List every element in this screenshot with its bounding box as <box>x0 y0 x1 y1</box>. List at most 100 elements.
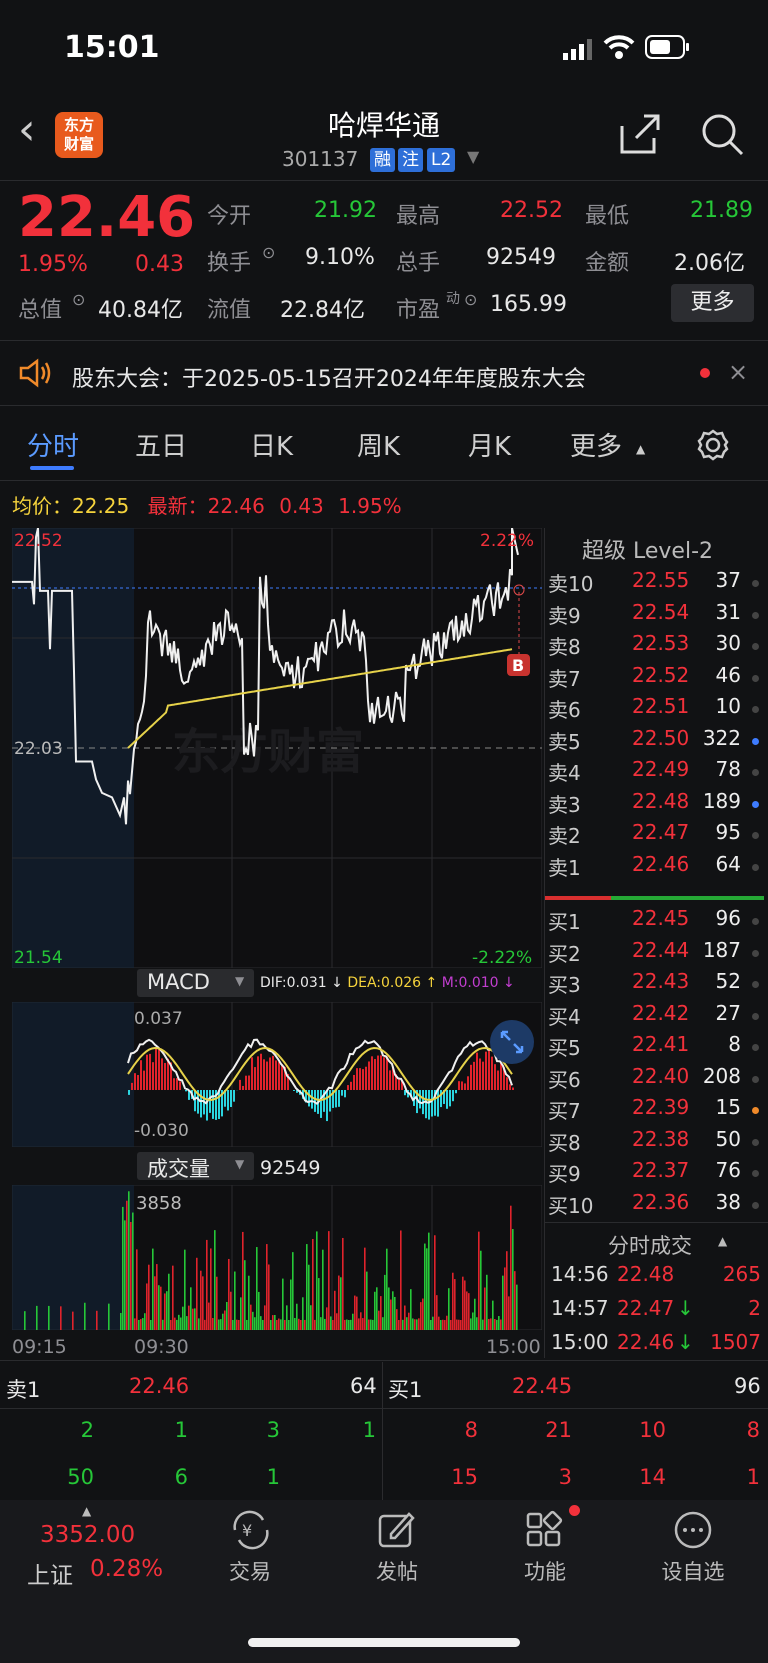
trade-icon[interactable]: ¥ <box>229 1510 273 1554</box>
bid-row[interactable]: 买3 22.43 52 <box>548 969 763 1001</box>
volume-bar <box>240 1297 242 1330</box>
macd-bar <box>356 1068 358 1090</box>
tick-row: 14:56 22.48 265 <box>551 1262 761 1292</box>
index-value[interactable]: 3352.00 <box>40 1522 135 1548</box>
index-pct[interactable]: 0.28% <box>90 1556 163 1582</box>
chevron-down-icon[interactable]: ▼ <box>467 147 479 166</box>
gear-icon[interactable] <box>696 428 730 466</box>
volume-bar <box>276 1320 278 1330</box>
nav-trade[interactable]: 交易 <box>190 1556 310 1586</box>
macd-chart[interactable]: 0.037 -0.030 <box>12 1002 542 1147</box>
ask-row[interactable]: 卖5 22.50 322 <box>548 726 763 758</box>
nav-functions[interactable]: 功能 <box>485 1556 605 1586</box>
ask-row[interactable]: 卖7 22.52 46 <box>548 663 763 695</box>
ask-row[interactable]: 卖10 22.55 37 <box>548 568 763 600</box>
notice-text[interactable]: 股东大会：于2025-05-15召开2024年年度股东大会 <box>72 361 586 393</box>
volume-bar <box>84 1302 86 1330</box>
info-dots-icon[interactable]: ⊙ <box>72 290 85 309</box>
volume-bar <box>60 1306 62 1330</box>
nav-post[interactable]: 发帖 <box>337 1556 457 1586</box>
tab-daily-k[interactable]: 日K <box>250 426 293 463</box>
volume-bar <box>216 1276 218 1330</box>
order-dot <box>752 918 759 925</box>
expand-button[interactable] <box>490 1020 534 1064</box>
macd-bar <box>131 1082 133 1090</box>
post-icon[interactable] <box>377 1510 417 1554</box>
margin-tag: 融 <box>370 148 395 172</box>
macd-selector[interactable]: MACD ▼ <box>137 969 254 997</box>
bid-row[interactable]: 买8 22.38 50 <box>548 1127 763 1159</box>
volume-bar <box>436 1295 438 1330</box>
macd-bar <box>257 1056 259 1090</box>
volume-bar <box>322 1249 324 1330</box>
bid-row[interactable]: 买6 22.40 208 <box>548 1064 763 1096</box>
tab-weekly-k[interactable]: 周K <box>357 426 400 463</box>
info-dots-icon[interactable]: ⊙ <box>262 243 275 262</box>
apps-icon[interactable] <box>525 1510 569 1554</box>
float-cap-value: 22.84亿 <box>280 298 365 323</box>
volume-bar <box>48 1305 50 1330</box>
pe-value: 165.99 <box>490 292 567 317</box>
high-value: 22.52 <box>500 198 563 223</box>
ask-row[interactable]: 卖6 22.51 10 <box>548 694 763 726</box>
bid-label: 买9 <box>548 1162 581 1186</box>
macd-bar <box>431 1090 433 1117</box>
volume-bar <box>446 1315 448 1330</box>
volume-bar <box>478 1231 480 1330</box>
share-icon[interactable] <box>618 112 662 160</box>
macd-bar <box>179 1081 181 1090</box>
bid-row[interactable]: 买2 22.44 187 <box>548 938 763 970</box>
ask-volume: 46 <box>715 662 741 687</box>
volume-bar <box>382 1317 384 1330</box>
macd-bar <box>230 1090 232 1107</box>
macd-bar <box>458 1081 460 1090</box>
bid-price: 22.38 <box>632 1126 690 1151</box>
volume-bar <box>510 1205 512 1330</box>
volume-bar <box>238 1319 240 1330</box>
ask-row[interactable]: 卖2 22.47 95 <box>548 820 763 852</box>
ask-row[interactable]: 卖8 22.53 30 <box>548 631 763 663</box>
macd-bar <box>485 1051 487 1090</box>
index-name[interactable]: 上证 <box>27 1556 73 1590</box>
bid-row[interactable]: 买4 22.42 27 <box>548 1001 763 1033</box>
volume-bar <box>344 1319 346 1330</box>
bid-row[interactable]: 买10 22.36 38 <box>548 1190 763 1222</box>
tab-5day[interactable]: 五日 <box>135 426 187 463</box>
tab-more[interactable]: 更多 <box>570 426 622 463</box>
volume-bar <box>316 1231 318 1330</box>
tab-intraday[interactable]: 分时 <box>27 426 79 463</box>
close-icon[interactable]: × <box>728 358 748 386</box>
macd-bar <box>173 1078 175 1090</box>
volume-bar <box>448 1288 450 1330</box>
bid-row[interactable]: 买9 22.37 76 <box>548 1158 763 1190</box>
intraday-chart[interactable]: 东方财富 B 22.52 22.03 21.54 2.22% -2.22% <box>12 528 542 968</box>
level2-title[interactable]: 超级 Level-2 <box>582 533 713 565</box>
search-icon[interactable] <box>700 112 744 160</box>
more-button[interactable]: 更多 <box>671 284 754 322</box>
volume-bar <box>36 1305 38 1330</box>
high-label: 最高 <box>396 204 441 229</box>
volume-chart[interactable]: 3858 <box>12 1185 542 1330</box>
info-dots-icon[interactable]: ⊙ <box>464 290 477 309</box>
ask-row[interactable]: 卖1 22.46 64 <box>548 852 763 884</box>
volume-bar <box>222 1313 224 1330</box>
ask-row[interactable]: 卖9 22.54 31 <box>548 600 763 632</box>
bid-row[interactable]: 买1 22.45 96 <box>548 906 763 938</box>
macd-bar <box>155 1047 157 1090</box>
volume-bar <box>466 1291 468 1330</box>
bid-row[interactable]: 买7 22.39 15 <box>548 1095 763 1127</box>
tab-monthly-k[interactable]: 月K <box>468 426 511 463</box>
nav-watchlist[interactable]: 设自选 <box>633 1556 753 1586</box>
volume-bar <box>356 1296 358 1330</box>
volume-bar <box>246 1319 248 1330</box>
ticks-title[interactable]: 分时成交 <box>608 1230 692 1260</box>
ask-row[interactable]: 卖3 22.48 189 <box>548 789 763 821</box>
volume-selector[interactable]: 成交量 ▼ <box>137 1152 254 1181</box>
bid-volume: 50 <box>715 1126 741 1151</box>
more-circle-icon[interactable] <box>673 1510 713 1554</box>
volume-bar <box>210 1248 212 1330</box>
bid-row[interactable]: 买5 22.41 8 <box>548 1032 763 1064</box>
ask-volume: 10 <box>715 694 741 718</box>
ask-row[interactable]: 卖4 22.49 78 <box>548 757 763 789</box>
volume-bar <box>242 1231 244 1330</box>
